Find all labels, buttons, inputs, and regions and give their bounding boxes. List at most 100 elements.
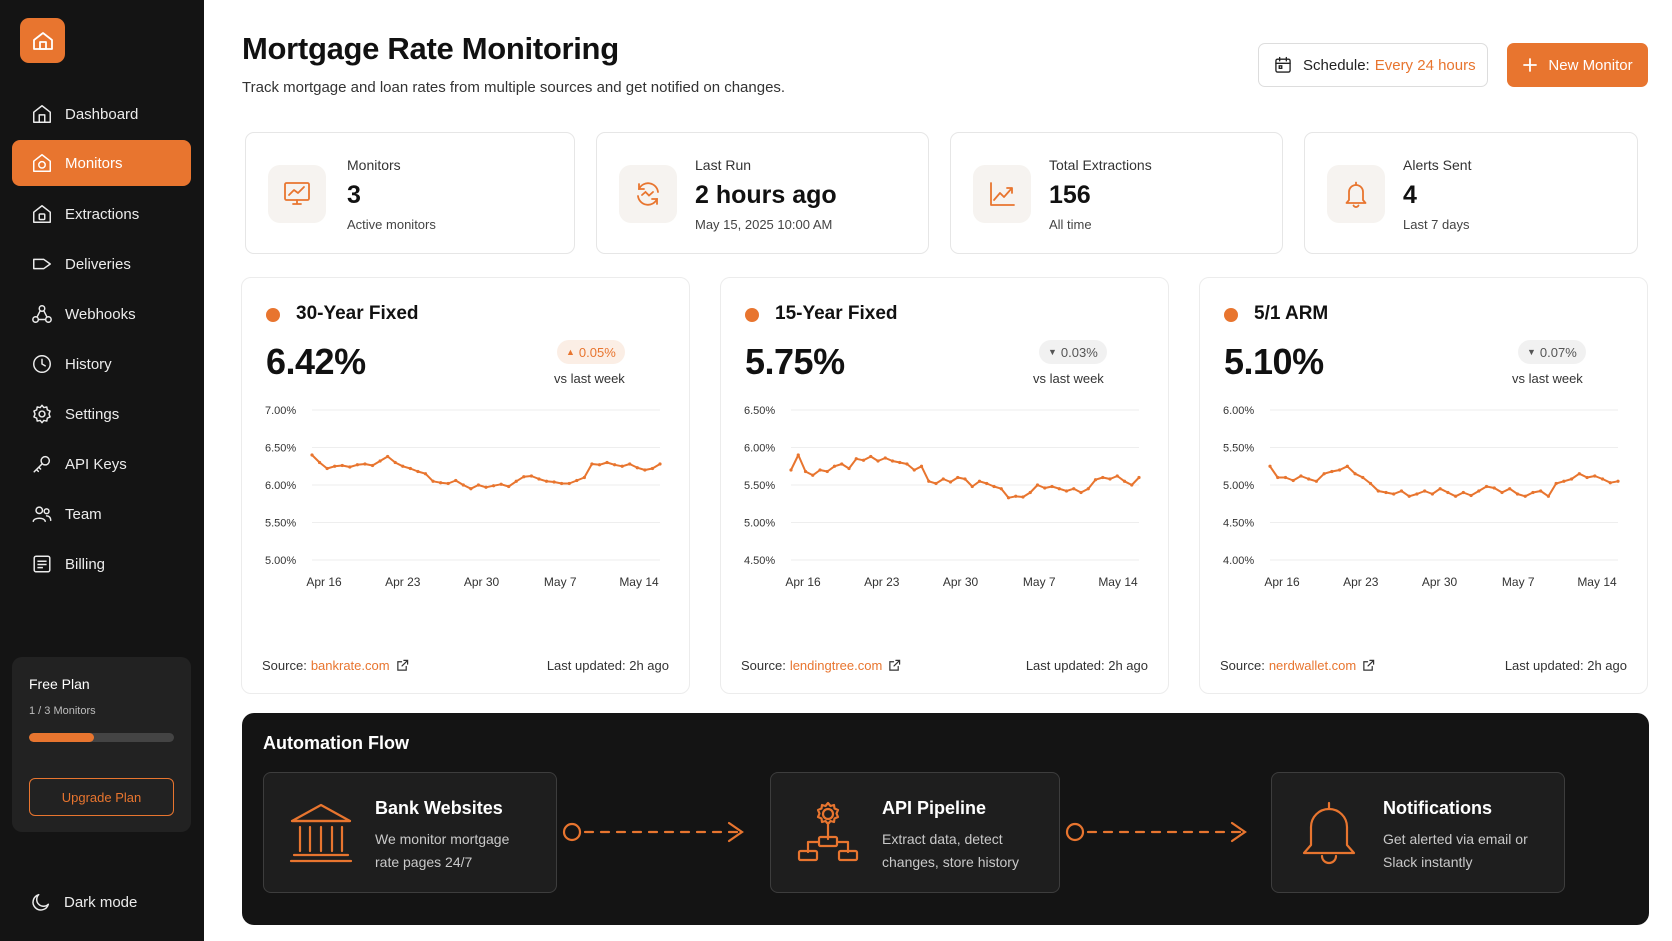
data-point [635, 466, 639, 470]
rate-value: 5.10% [1224, 341, 1324, 382]
x-tick-label: May 14 [1098, 575, 1138, 589]
data-point [522, 475, 526, 479]
sidebar-item-billing[interactable]: Billing [12, 541, 191, 587]
y-tick-label: 4.50% [1223, 518, 1254, 530]
sidebar: Dashboard Monitors Extractions Deliverie… [0, 0, 204, 941]
sidebar-item-team[interactable]: Team [12, 491, 191, 537]
data-point [963, 477, 967, 481]
billing-icon [33, 555, 51, 573]
data-point [439, 481, 443, 485]
stat-card-monitors: Monitors 3 Active monitors [245, 132, 575, 254]
sidebar-item-api-keys[interactable]: API Keys [12, 441, 191, 487]
series-line [790, 454, 1140, 499]
sidebar-item-webhooks[interactable]: Webhooks [12, 291, 191, 337]
source-link[interactable]: lendingtree.com [790, 658, 883, 673]
external-link-icon[interactable] [888, 659, 901, 672]
data-point [446, 481, 450, 486]
rate-footer: Source: lendingtree.com Last updated: 2h… [741, 658, 1148, 673]
dark-mode-toggle[interactable]: Dark mode [30, 891, 137, 913]
rate-title: 15-Year Fixed [775, 303, 898, 324]
data-point [537, 477, 541, 481]
chart-monitor-icon [284, 182, 310, 205]
app-logo[interactable] [20, 18, 65, 63]
rate-line-chart: 6.50% 6.00% 5.50% 5.00% 4.50% Apr 16 Apr 23 Apr… [744, 405, 1141, 589]
sidebar-item-extractions[interactable]: Extractions [12, 191, 191, 237]
data-point [370, 463, 375, 468]
y-tick-label: 5.50% [744, 480, 775, 492]
sidebar-item-label: Deliveries [65, 255, 131, 273]
data-point [1353, 472, 1357, 476]
data-point [1043, 486, 1047, 490]
schedule-button[interactable]: Schedule: Every 24 hours [1258, 43, 1488, 87]
data-point [643, 468, 647, 472]
rate-title: 5/1 ARM [1254, 303, 1329, 324]
flow-step-notifications: Notifications Get alerted via email or S… [1271, 772, 1565, 893]
data-point [1079, 490, 1083, 495]
stat-card-alerts-sent: Alerts Sent 4 Last 7 days [1304, 132, 1638, 254]
pipeline-icon [797, 801, 859, 862]
data-point [898, 460, 902, 465]
plan-usage: 1 / 3 Monitors [29, 705, 96, 717]
external-link-icon[interactable] [1362, 659, 1375, 672]
data-point [1616, 479, 1620, 483]
rate-footer: Source: bankrate.com Last updated: 2h ag… [262, 658, 669, 673]
data-point [1115, 474, 1119, 478]
data-point [992, 484, 996, 489]
data-point [1484, 484, 1489, 489]
last-updated: Last updated: 2h ago [1504, 658, 1627, 673]
bell-icon [1302, 801, 1356, 865]
y-tick-label: 6.50% [265, 443, 296, 455]
y-tick-label: 5.50% [1223, 443, 1254, 455]
data-point [560, 481, 564, 486]
data-point [1322, 472, 1326, 476]
flow-arrow-icon [562, 821, 744, 843]
data-point [1014, 494, 1018, 498]
change-value: 0.03% [1060, 344, 1098, 360]
sidebar-item-history[interactable]: History [12, 341, 191, 387]
data-point [1072, 487, 1076, 491]
moon-icon [32, 893, 50, 911]
bank-icon [289, 803, 353, 863]
stat-label: Alerts Sent [1403, 157, 1472, 173]
data-point [948, 480, 953, 484]
data-point [499, 482, 503, 486]
flow-step-bank-websites: Bank Websites We monitor mortgage rate p… [263, 772, 557, 893]
new-monitor-button[interactable]: New Monitor [1507, 43, 1648, 87]
data-point [1570, 477, 1574, 481]
sidebar-item-deliveries[interactable]: Deliveries [12, 241, 191, 287]
source-link[interactable]: bankrate.com [311, 658, 390, 673]
y-tick-label: 5.50% [265, 518, 296, 530]
data-point [1093, 478, 1098, 482]
y-tick-label: 6.00% [744, 443, 775, 455]
source-link[interactable]: nerdwallet.com [1269, 658, 1356, 673]
x-tick-label: Apr 16 [306, 575, 342, 589]
x-tick-label: Apr 23 [1343, 575, 1379, 589]
rate-card-5-1-arm[interactable]: 5/1 ARM 5.10% ▼ 0.07% vs last week 6.00% 5… [1199, 277, 1648, 694]
data-point [416, 469, 420, 474]
data-point [941, 477, 945, 481]
rate-card-15-year-fixed[interactable]: 15-Year Fixed 5.75% ▼ 0.03% vs last week … [720, 277, 1169, 694]
data-point [985, 481, 989, 486]
source-label: Source: [741, 658, 786, 673]
sidebar-item-dashboard[interactable]: Dashboard [12, 91, 191, 137]
rate-footer: Source: nerdwallet.com Last updated: 2h … [1220, 658, 1627, 673]
webhook-icon [32, 305, 52, 323]
upgrade-plan-button[interactable]: Upgrade Plan [29, 778, 174, 816]
stat-value: 2 hours ago [695, 181, 837, 209]
source: Source: nerdwallet.com [1220, 658, 1375, 673]
rate-card-30-year-fixed[interactable]: 30-Year Fixed 6.42% ▲ 0.05% vs last week … [241, 277, 690, 694]
extraction-icon [33, 205, 51, 223]
data-point [970, 484, 974, 489]
page-title: Mortgage Rate Monitoring [242, 31, 619, 66]
sidebar-item-settings[interactable]: Settings [12, 391, 191, 437]
sidebar-item-monitors[interactable]: Monitors [12, 140, 191, 186]
data-point [956, 475, 960, 480]
data-point [1577, 472, 1581, 476]
data-point [1361, 475, 1365, 480]
data-point [999, 487, 1003, 491]
x-tick-label: Apr 16 [785, 575, 821, 589]
external-link-icon[interactable] [396, 659, 409, 672]
rate-title: 30-Year Fixed [296, 303, 419, 324]
data-point [491, 484, 496, 488]
x-tick-label: May 7 [1502, 575, 1535, 589]
